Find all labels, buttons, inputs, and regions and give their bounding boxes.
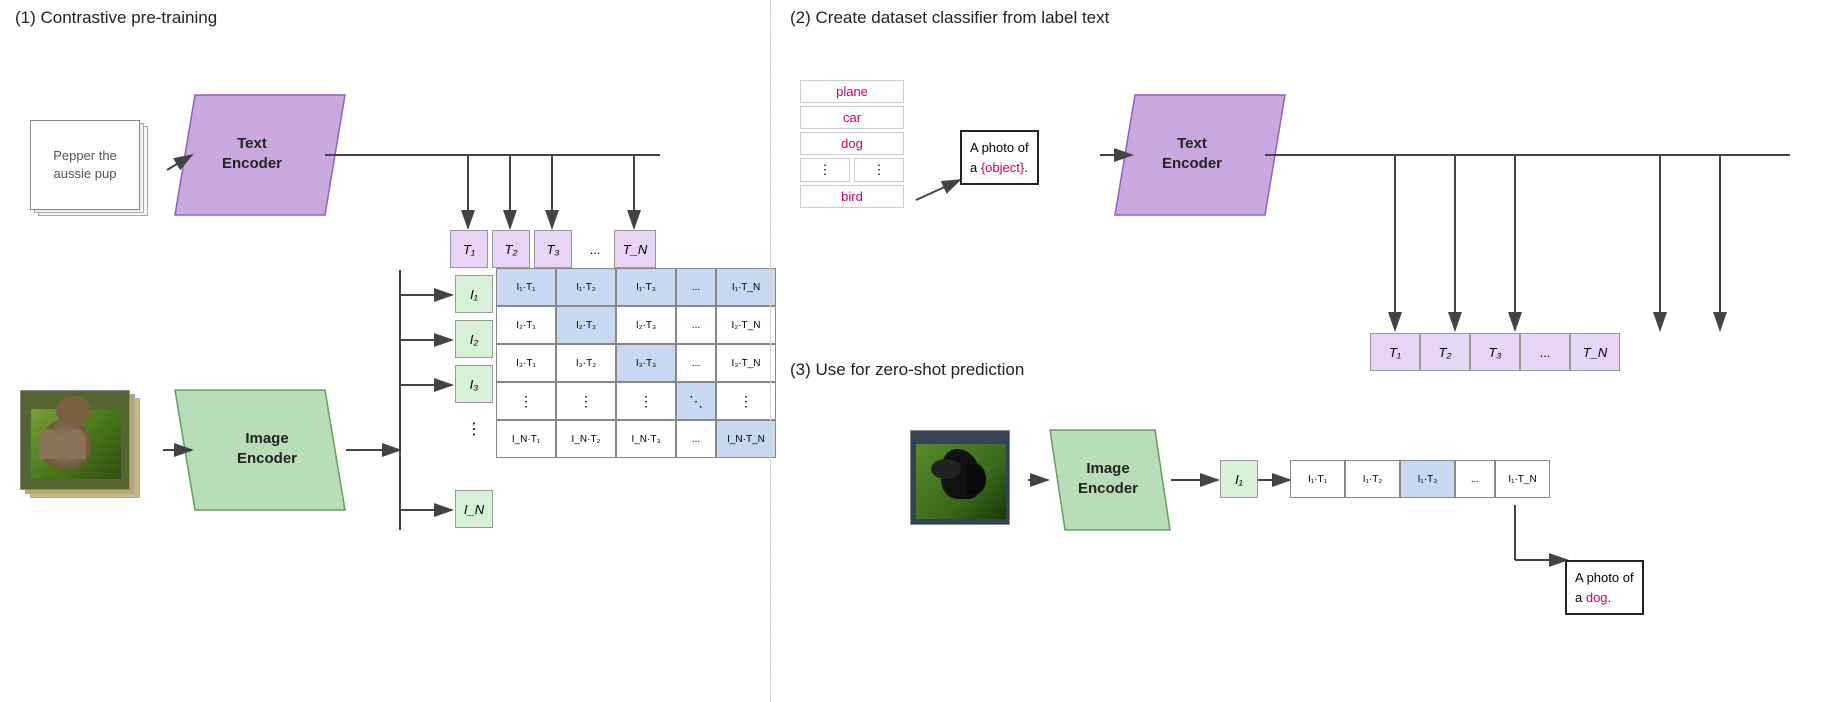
token-T2-s1: T₂ (492, 230, 530, 268)
token-I1-s3: I₁ (1220, 460, 1258, 498)
section3-title: (3) Use for zero-shot prediction (790, 360, 1024, 380)
label-dog: dog (800, 132, 904, 155)
token-I3-s1: I₃ (455, 365, 493, 403)
section1-title: (1) Contrastive pre-training (15, 8, 217, 28)
dot-products-row-s3: I₁·T₁ I₁·T₂ I₁·T₃ ... I₁·T_N (1290, 460, 1550, 498)
label-car: car (800, 106, 904, 129)
token-IN-s1: I_N (455, 490, 493, 528)
svg-text:Text: Text (1177, 135, 1207, 152)
token-T1-s1: T₁ (450, 230, 488, 268)
svg-text:Encoder: Encoder (1162, 155, 1222, 172)
svg-text:Encoder: Encoder (222, 155, 282, 172)
diagram: Text Encoder Image Encoder (0, 0, 1831, 702)
svg-text:Encoder: Encoder (1078, 480, 1138, 497)
result-box-s3: A photo of a dog. (1565, 560, 1644, 615)
token-dots-s1: ... (576, 230, 614, 268)
dot-product-matrix-s1: I₁·T₁ I₁·T₂ I₁·T₃ ... I₁·T_N I₂·T₁ I₂·T₂… (496, 268, 776, 458)
section2-title: (2) Create dataset classifier from label… (790, 8, 1109, 28)
token-T3-s1: T₃ (534, 230, 572, 268)
svg-text:Image: Image (1086, 460, 1129, 477)
label-plane: plane (800, 80, 904, 103)
divider-1-2 (770, 0, 771, 702)
svg-text:Encoder: Encoder (237, 450, 297, 467)
tokens-row-s2: T₁ T₂ T₃ ... T_N (1370, 333, 1620, 371)
bird-image (910, 430, 1010, 525)
template-box-s2: A photo of a {object}. (960, 130, 1039, 185)
token-I1-s1: I₁ (455, 275, 493, 313)
token-I2-s1: I₂ (455, 320, 493, 358)
svg-text:Image: Image (245, 430, 288, 447)
token-TN-s1: T_N (614, 230, 656, 268)
text-caption: Pepper the aussie pup (53, 147, 117, 183)
label-list: plane car dog ⋮ ⋮ bird (800, 80, 904, 211)
token-Idots-s1: ⋮ (455, 410, 493, 448)
svg-text:Text: Text (237, 135, 267, 152)
label-bird: bird (800, 185, 904, 208)
